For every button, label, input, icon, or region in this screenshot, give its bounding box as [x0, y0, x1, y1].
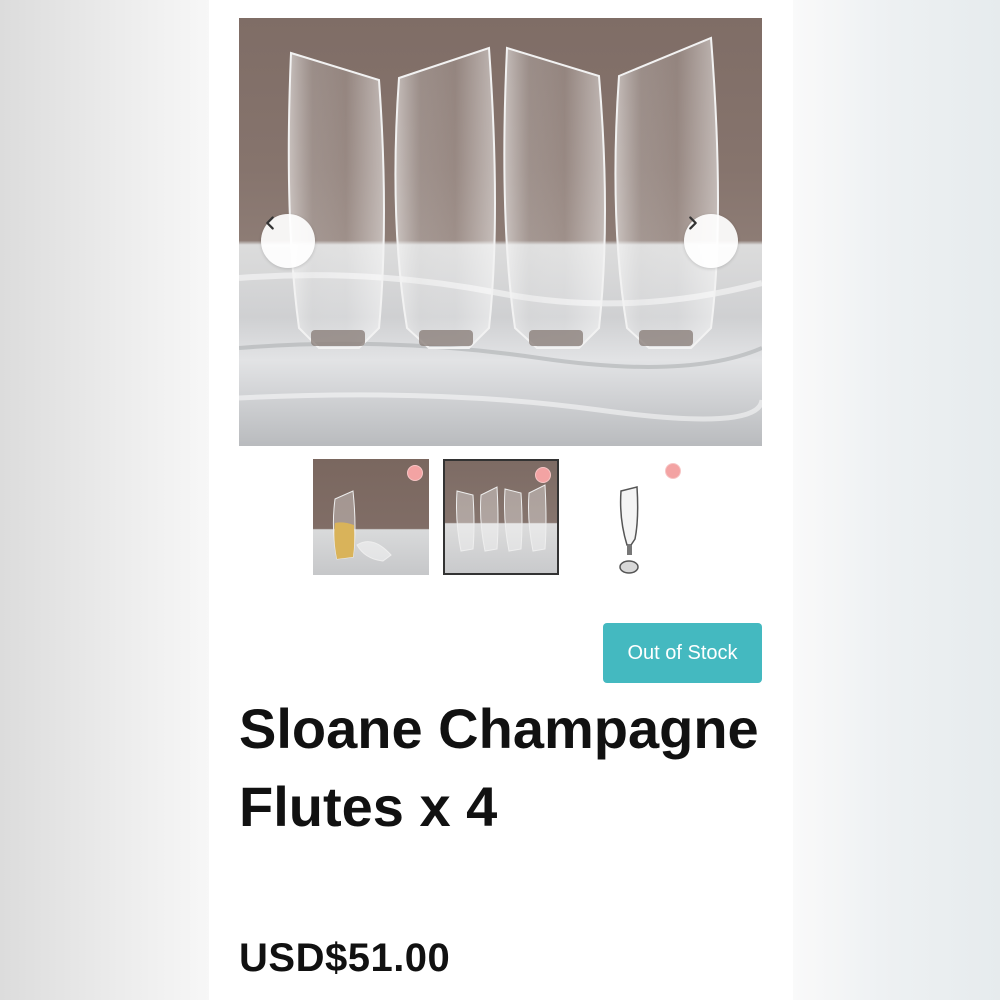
product-title: Sloane Champagne Flutes x 4: [239, 697, 759, 838]
badge-dot: [407, 465, 423, 481]
previous-image-button[interactable]: [261, 214, 315, 268]
thumbnail-1[interactable]: [313, 459, 429, 575]
chevron-right-icon: [689, 216, 697, 230]
thumbnail-3[interactable]: [573, 459, 689, 575]
product-price: USD$51.00: [239, 936, 451, 980]
out-of-stock-button[interactable]: Out of Stock: [603, 623, 762, 683]
main-product-image[interactable]: [239, 18, 762, 446]
badge-dot: [665, 463, 681, 479]
next-image-button[interactable]: [684, 214, 738, 268]
product-page: Out of Stock Sloane Champagne Flutes x 4…: [209, 0, 793, 1000]
chevron-left-icon: [266, 216, 274, 230]
thumbnail-2[interactable]: [443, 459, 559, 575]
glasses-illustration: [239, 36, 762, 422]
badge-dot: [535, 467, 551, 483]
